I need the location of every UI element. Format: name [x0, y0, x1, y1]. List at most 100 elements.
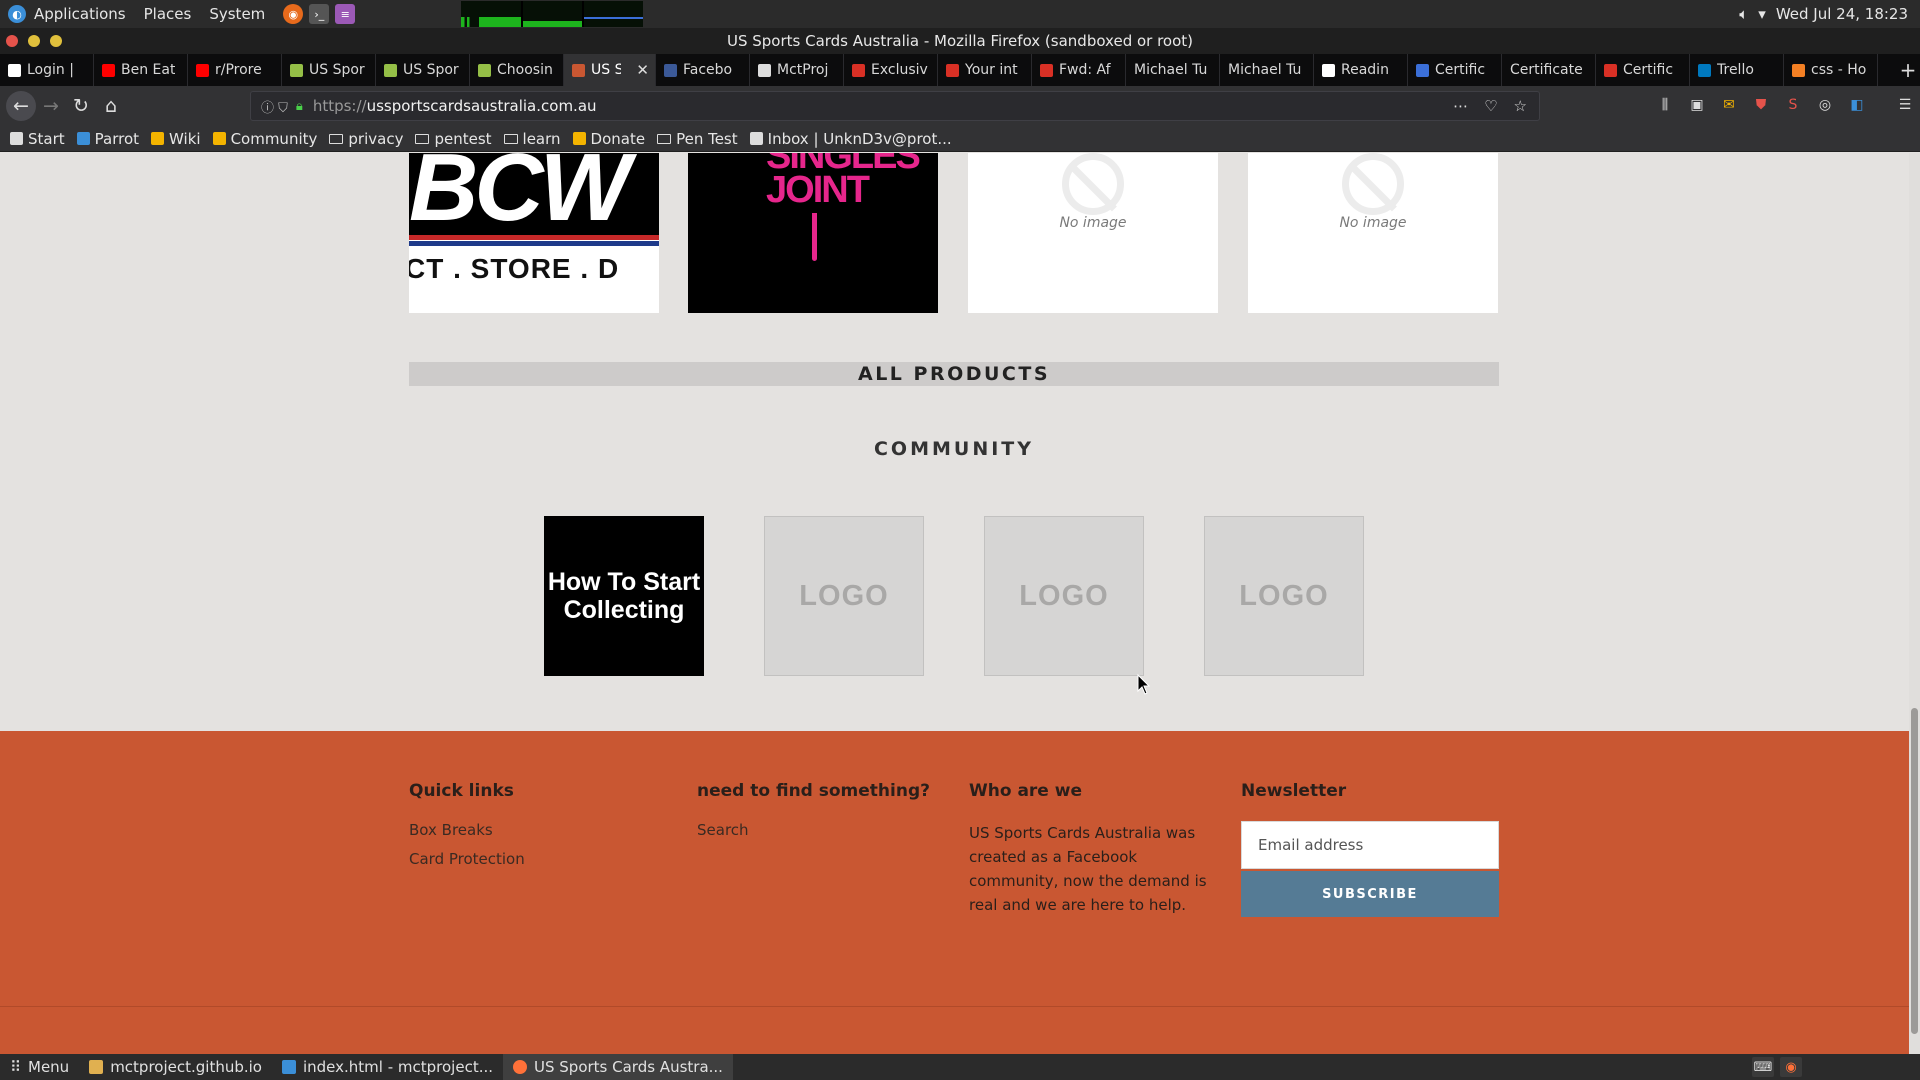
subscribe-button[interactable]: SUBSCRIBE	[1241, 871, 1499, 917]
tab-label: Exclusiv	[871, 62, 928, 78]
tab-label: Choosin	[497, 62, 553, 78]
wifi-icon[interactable]: ▾	[1758, 5, 1766, 23]
window-title: US Sports Cards Australia - Mozilla Fire…	[726, 32, 1194, 50]
browser-tab-active[interactable]: US Sp ✕	[564, 54, 656, 86]
bookmark-folder-pen-test[interactable]: Pen Test	[657, 130, 738, 148]
footer-link-box-breaks[interactable]: Box Breaks	[409, 821, 525, 840]
browser-tab[interactable]: Certificate	[1502, 54, 1596, 86]
privacy-badger-icon[interactable]: ◧	[1846, 94, 1868, 116]
close-window-button[interactable]	[6, 35, 18, 47]
bookmark-donate[interactable]: Donate	[572, 130, 645, 148]
ublock-icon[interactable]: ⛊	[1750, 94, 1772, 116]
browser-tab[interactable]: US Spor	[376, 54, 470, 86]
taskbar-task[interactable]: mctproject.github.io	[79, 1054, 272, 1080]
menu-system[interactable]: System	[209, 5, 265, 23]
tab-favicon-icon	[664, 63, 677, 77]
stylus-icon[interactable]: S	[1782, 94, 1804, 116]
bookmark-start[interactable]: Start	[10, 130, 65, 148]
keyboard-tray-icon[interactable]: ⌨	[1752, 1057, 1774, 1077]
tab-favicon-icon	[1416, 63, 1429, 77]
footer-link-card-protection[interactable]: Card Protection	[409, 850, 525, 869]
browser-tab[interactable]: Michael Tu	[1220, 54, 1314, 86]
firefox-tray-icon[interactable]: ◉	[1780, 1057, 1802, 1077]
url-bar[interactable]: ⓘ ⛉ 🔒︎ https:// ussportscardsaustralia.c…	[250, 91, 1540, 121]
extension-badge-icon[interactable]: ✉	[1718, 94, 1740, 116]
product-tile-no-image[interactable]: No image	[968, 153, 1218, 313]
site-info-icon[interactable]: ⓘ ⛉	[261, 97, 288, 116]
footer-link-search[interactable]: Search	[697, 821, 930, 840]
browser-tab[interactable]: Ben Eat	[94, 54, 188, 86]
maximize-window-button[interactable]	[50, 35, 62, 47]
browser-tab[interactable]: Certific	[1408, 54, 1502, 86]
text-editor-launcher-icon[interactable]: ≡	[335, 4, 356, 24]
close-tab-icon[interactable]: ✕	[636, 61, 649, 79]
bookmark-parrot[interactable]: Parrot	[76, 130, 139, 148]
browser-tab[interactable]: Your int	[938, 54, 1032, 86]
back-button[interactable]: ←	[6, 91, 36, 121]
bookmark-label: Wiki	[169, 129, 201, 148]
browser-tab[interactable]: r/Prore	[188, 54, 282, 86]
page-scrollbar[interactable]	[1909, 153, 1920, 1054]
home-button[interactable]: ⌂	[96, 91, 126, 121]
product-tile-no-image[interactable]: No image	[1248, 153, 1498, 313]
volume-icon[interactable]: 🔈︎	[1739, 5, 1748, 23]
community-tile-logo[interactable]: LOGO	[1204, 516, 1364, 676]
bookmark-star-icon[interactable]: ☆	[1514, 97, 1527, 115]
taskbar-task-active[interactable]: US Sports Cards Austra...	[503, 1054, 733, 1080]
bookmark-folder-pentest[interactable]: pentest	[415, 130, 492, 148]
browser-tab[interactable]: Michael Tu	[1126, 54, 1220, 86]
all-products-link[interactable]: ALL PRODUCTS	[409, 362, 1499, 386]
product-tile-singles-joint[interactable]: SINGLES JOINT	[688, 153, 938, 313]
taskbar-menu-button[interactable]: ⠿ Menu	[0, 1054, 79, 1080]
tab-favicon-icon	[758, 63, 771, 77]
clock[interactable]: Wed Jul 24, 18:23	[1776, 5, 1908, 23]
bcw-tagline: CT . STORE . D	[409, 253, 620, 284]
tab-label: Ben Eat	[121, 62, 176, 78]
reload-button[interactable]: ↻	[66, 91, 96, 121]
network-graph	[583, 1, 644, 27]
product-tile-bcw[interactable]: BCW CT . STORE . D	[409, 153, 659, 313]
community-tile-how-to-start[interactable]: How To Start Collecting	[544, 516, 704, 676]
minimize-window-button[interactable]	[28, 35, 40, 47]
browser-tab[interactable]: Readin	[1314, 54, 1408, 86]
page-actions-icon[interactable]: ⋯	[1453, 97, 1468, 115]
scrollbar-thumb[interactable]	[1911, 708, 1918, 1034]
community-tile-logo[interactable]: LOGO	[764, 516, 924, 676]
parrot-logo-icon[interactable]: ◐	[8, 5, 26, 23]
bookmark-wiki[interactable]: Wiki	[151, 130, 201, 148]
bookmark-folder-privacy[interactable]: privacy	[329, 130, 403, 148]
firefox-launcher-icon[interactable]: ◉	[283, 4, 304, 24]
browser-tab[interactable]: css - Ho	[1784, 54, 1878, 86]
tab-favicon-icon	[478, 63, 491, 77]
menu-places[interactable]: Places	[144, 5, 192, 23]
browser-tab[interactable]: Exclusiv	[844, 54, 938, 86]
newsletter-email-input[interactable]	[1241, 821, 1499, 869]
community-tile-logo[interactable]: LOGO	[984, 516, 1144, 676]
account-icon[interactable]: ◎	[1814, 94, 1836, 116]
secure-lock-icon[interactable]: 🔒︎	[296, 99, 303, 114]
tab-label: US Sp	[591, 62, 621, 78]
browser-tab[interactable]: Fwd: Af	[1032, 54, 1126, 86]
menu-applications[interactable]: Applications	[34, 5, 126, 23]
browser-tab[interactable]: MctProj	[750, 54, 844, 86]
taskbar-task[interactable]: index.html - mctproject...	[272, 1054, 503, 1080]
browser-tab[interactable]: US Spor	[282, 54, 376, 86]
window-title-bar: US Sports Cards Australia - Mozilla Fire…	[0, 28, 1920, 54]
bookmark-folder-learn[interactable]: learn	[503, 130, 561, 148]
forward-button[interactable]: →	[36, 91, 66, 121]
browser-tab[interactable]: Trello	[1690, 54, 1784, 86]
browser-tab[interactable]: Login |	[0, 54, 94, 86]
sidebar-icon[interactable]: ▣	[1686, 94, 1708, 116]
browser-tab[interactable]: Certific	[1596, 54, 1690, 86]
terminal-launcher-icon[interactable]: ›_	[309, 4, 330, 24]
tab-label: US Spor	[403, 62, 459, 78]
library-icon[interactable]: ⫼	[1654, 94, 1676, 116]
pocket-icon[interactable]: ♡	[1484, 97, 1497, 115]
hamburger-menu-icon[interactable]: ☰	[1894, 94, 1916, 116]
new-tab-button[interactable]: +	[1896, 54, 1920, 86]
browser-tab[interactable]: Facebo	[656, 54, 750, 86]
bookmark-community[interactable]: Community	[212, 130, 317, 148]
bookmark-inbox[interactable]: Inbox | UnknD3v@prot...	[749, 130, 952, 148]
tab-label: Michael Tu	[1134, 62, 1208, 78]
browser-tab[interactable]: Choosin	[470, 54, 564, 86]
